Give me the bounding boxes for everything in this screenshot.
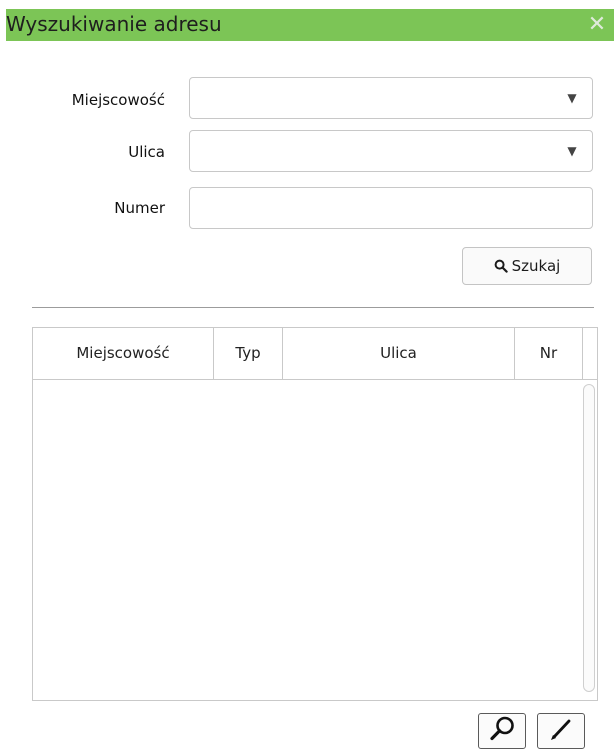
grid-header: Miejscowość Typ Ulica Nr <box>33 328 597 380</box>
search-icon <box>494 259 508 273</box>
window-titlebar: Wyszukiwanie adresu ✕ <box>0 0 614 45</box>
results-grid[interactable]: Miejscowość Typ Ulica Nr <box>32 327 598 701</box>
section-divider <box>32 307 594 308</box>
column-header-typ[interactable]: Typ <box>214 328 283 379</box>
chevron-down-icon[interactable]: ▼ <box>552 131 592 171</box>
miejscowosc-combobox[interactable]: ▼ <box>189 77 593 119</box>
zoom-button[interactable] <box>478 713 526 749</box>
chevron-down-icon[interactable]: ▼ <box>552 78 592 118</box>
edit-button[interactable] <box>537 713 585 749</box>
miejscowosc-input[interactable] <box>190 78 552 118</box>
column-header-miejscowosc[interactable]: Miejscowość <box>33 328 214 379</box>
miejscowosc-label: Miejscowość <box>71 91 165 109</box>
numer-label: Numer <box>114 199 165 217</box>
window-title: Wyszukiwanie adresu <box>6 12 222 36</box>
numer-field[interactable] <box>189 187 593 229</box>
column-header-nr[interactable]: Nr <box>515 328 583 379</box>
magnifier-icon <box>487 715 517 747</box>
ulica-label: Ulica <box>128 143 165 161</box>
ulica-combobox[interactable]: ▼ <box>189 130 593 172</box>
close-icon[interactable]: ✕ <box>584 9 610 41</box>
search-button-label: Szukaj <box>511 257 561 275</box>
ulica-input[interactable] <box>190 131 552 171</box>
vertical-scrollbar[interactable] <box>583 384 595 692</box>
numer-input[interactable] <box>190 188 592 228</box>
pencil-icon <box>546 715 576 747</box>
search-button[interactable]: Szukaj <box>462 247 592 285</box>
column-header-ulica[interactable]: Ulica <box>283 328 515 379</box>
